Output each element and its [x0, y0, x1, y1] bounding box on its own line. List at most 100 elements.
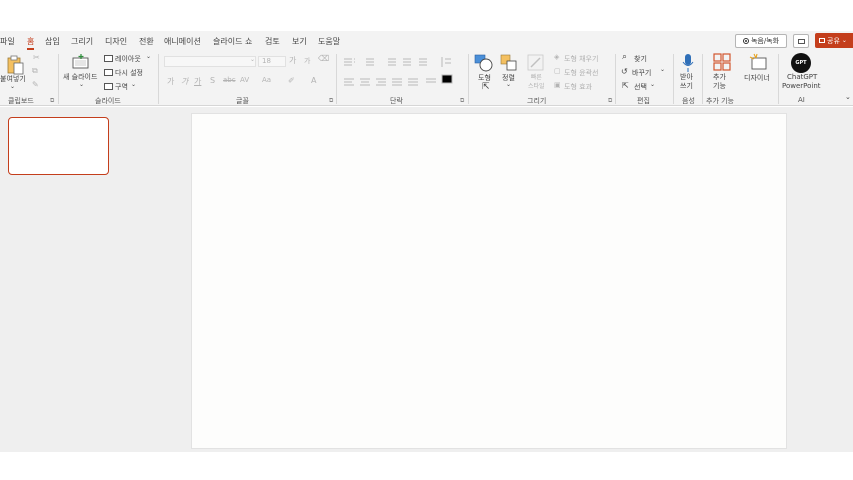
chevron-down-icon[interactable]: ⌄ — [660, 66, 665, 73]
select-icon[interactable]: ⇱ — [622, 81, 629, 90]
editing-group-label: 편집 — [637, 97, 650, 105]
share-icon — [819, 38, 825, 43]
dialog-launcher-icon[interactable]: ⧉ — [460, 97, 464, 105]
tab-slideshow[interactable]: 슬라이드 쇼 — [213, 36, 252, 47]
font-size-value: 18 — [262, 57, 271, 65]
tab-animations[interactable]: 애니메이션 — [164, 36, 201, 47]
shape-fill-label[interactable]: 도형 채우기 — [564, 54, 598, 64]
tab-home[interactable]: 홈 — [27, 36, 35, 50]
tab-design[interactable]: 디자인 — [105, 36, 127, 47]
comment-button[interactable] — [793, 34, 809, 48]
font-family-select[interactable] — [164, 56, 256, 67]
slide-canvas[interactable] — [191, 113, 787, 449]
tab-help[interactable]: 도움말 — [318, 36, 340, 47]
quick-styles-label[interactable]: 빠른 스타일 — [528, 73, 545, 91]
tab-file[interactable]: 파일 — [0, 36, 15, 47]
reset-icon[interactable] — [104, 69, 113, 76]
dictate-label[interactable]: 받아 쓰기 — [680, 73, 693, 91]
search-icon[interactable]: ⌕ — [622, 52, 627, 62]
chevron-down-icon[interactable]: ⌄ — [131, 81, 136, 88]
shape-effects-label[interactable]: 도형 효과 — [564, 82, 592, 92]
record-button[interactable]: 녹음/녹화 — [735, 34, 787, 48]
tab-view[interactable]: 보기 — [292, 36, 307, 47]
ai-group-label: AI — [798, 96, 805, 104]
drawing-group-label: 그리기 — [527, 97, 547, 105]
dialog-launcher-icon[interactable]: ⧉ — [50, 97, 54, 105]
bold-button[interactable]: 가 — [167, 76, 174, 87]
paragraph-controls[interactable] — [342, 57, 464, 97]
powerpoint-window: 파일 홈 삽입 그리기 디자인 전환 애니메이션 슬라이드 쇼 검토 보기 도움… — [0, 0, 853, 480]
tab-transitions[interactable]: 전환 — [139, 36, 154, 47]
quick-styles-icon[interactable] — [527, 54, 545, 72]
comment-icon — [797, 38, 805, 44]
decrease-font-icon[interactable]: 가 — [304, 56, 310, 66]
share-button[interactable]: 공유 ⌄ — [815, 33, 853, 48]
copy-icon[interactable]: ⧉ — [32, 66, 38, 76]
collapse-ribbon-icon[interactable]: ⌄ — [845, 93, 851, 101]
font-color-icon[interactable]: A — [311, 76, 316, 85]
addins-group-label: 추가 기능 — [706, 97, 734, 105]
slide-thumbnail[interactable] — [8, 117, 109, 175]
tab-review[interactable]: 검토 — [265, 36, 280, 47]
tab-insert[interactable]: 삽입 — [45, 36, 60, 47]
shape-fill-icon[interactable]: ◈ — [554, 53, 559, 61]
paragraph-group-label: 단락 — [390, 97, 403, 105]
new-slide-icon[interactable] — [72, 54, 90, 70]
microphone-icon[interactable] — [682, 53, 694, 73]
share-label: 공유 — [827, 36, 840, 45]
designer-icon[interactable] — [748, 53, 768, 71]
shape-effects-icon[interactable]: ▣ — [554, 81, 561, 89]
arrange-icon[interactable] — [500, 54, 518, 72]
shape-outline-label[interactable]: 도형 윤곽선 — [564, 68, 598, 78]
reset-label[interactable]: 다시 설정 — [115, 68, 143, 78]
highlight-icon[interactable]: ✐ — [288, 76, 295, 85]
find-label[interactable]: 찾기 — [634, 54, 647, 64]
replace-label[interactable]: 바꾸기 — [632, 68, 651, 78]
layout-icon[interactable] — [104, 55, 113, 62]
cut-icon[interactable]: ✂ — [33, 53, 40, 62]
title-strip — [0, 0, 853, 31]
format-painter-icon[interactable]: ✎ — [32, 80, 39, 89]
chevron-down-icon[interactable]: ⌄ — [146, 53, 151, 60]
paste-icon[interactable] — [6, 55, 24, 75]
record-icon — [742, 38, 749, 44]
dialog-launcher-icon[interactable]: ⧉ — [608, 97, 612, 105]
increase-font-icon[interactable]: 가 — [289, 55, 296, 66]
replace-icon[interactable]: ↺ — [621, 67, 628, 76]
character-spacing-button[interactable]: AV — [240, 76, 249, 84]
section-icon[interactable] — [104, 83, 113, 90]
tab-draw[interactable]: 그리기 — [71, 36, 93, 47]
separator — [158, 54, 159, 104]
shapes-icon[interactable] — [474, 54, 494, 72]
chevron-down-icon[interactable]: ⌄ — [10, 83, 15, 90]
separator — [468, 54, 469, 104]
dialog-launcher-icon[interactable]: ⧉ — [329, 97, 333, 105]
clear-formatting-icon[interactable]: ⌫ — [318, 54, 329, 63]
section-label[interactable]: 구역 — [115, 82, 128, 92]
underline-button[interactable]: 가 — [194, 76, 201, 87]
chevron-down-icon[interactable]: ⌄ — [79, 81, 84, 88]
addins-icon[interactable] — [713, 53, 731, 71]
chatgpt-icon-text: GPT — [795, 60, 807, 66]
separator — [58, 54, 59, 104]
cursor-icon: ⇱ — [482, 82, 490, 92]
chatgpt-label-line2[interactable]: PowerPoint — [782, 82, 821, 90]
chevron-down-icon[interactable]: ⌄ — [506, 81, 511, 88]
chatgpt-label-line1[interactable]: ChatGPT — [787, 73, 817, 81]
shadow-button[interactable]: S — [210, 76, 215, 85]
chevron-down-icon[interactable]: ⌄ — [650, 81, 655, 88]
separator — [336, 54, 337, 104]
layout-label[interactable]: 레이아웃 — [115, 54, 141, 64]
record-label: 녹음/녹화 — [750, 37, 780, 45]
addins-label[interactable]: 추가 기능 — [713, 73, 726, 91]
italic-button[interactable]: 가 — [181, 76, 188, 87]
change-case-button[interactable]: Aa — [262, 76, 271, 84]
shape-outline-icon[interactable]: ▢ — [554, 67, 561, 75]
select-label[interactable]: 선택 — [634, 82, 647, 92]
chevron-down-icon[interactable]: ⌄ — [250, 56, 255, 63]
strikethrough-button[interactable]: abc — [223, 76, 236, 84]
chatgpt-icon[interactable]: GPT — [791, 53, 811, 73]
designer-label[interactable]: 디자이너 — [744, 73, 770, 83]
font-size-select[interactable]: 18 — [258, 56, 286, 67]
font-group-label: 글꼴 — [236, 97, 249, 105]
